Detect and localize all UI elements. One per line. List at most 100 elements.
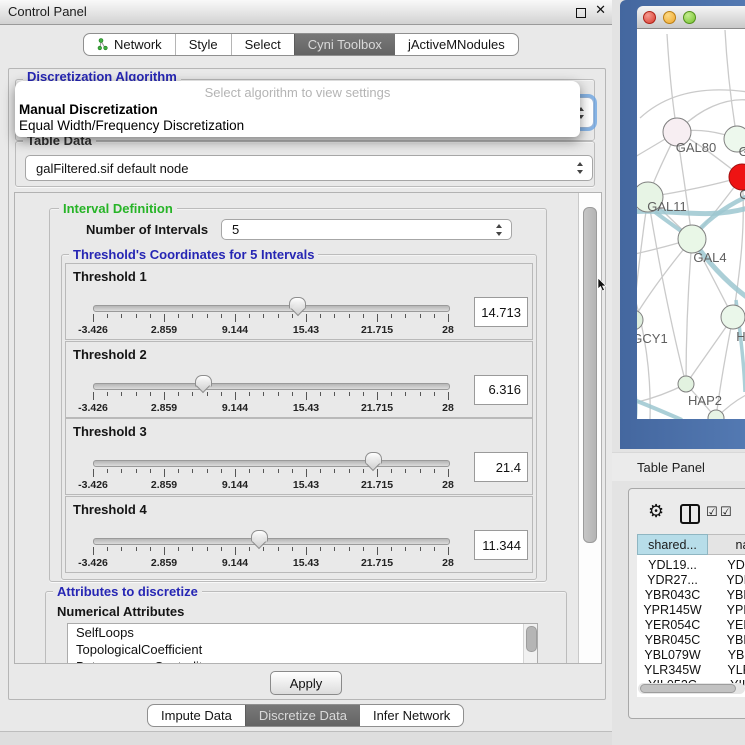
table-row[interactable]: YDL19...YDL1 — [637, 558, 745, 573]
slider-tick-labels: -3.4262.8599.14415.4321.71528 — [93, 479, 448, 490]
table-row[interactable]: YBR045CYBR0 — [637, 633, 745, 648]
slider-tick-labels: -3.4262.8599.14415.4321.71528 — [93, 557, 448, 568]
algorithm-option-manual[interactable]: Manual Discretization — [19, 102, 158, 117]
cell-name: YER0 — [708, 618, 745, 632]
number-of-intervals-combo[interactable]: 5 — [221, 219, 512, 240]
slider-tick-label: 15.43 — [293, 557, 319, 569]
checkbox-icon[interactable]: ☑ — [706, 504, 718, 520]
network-edge[interactable] — [640, 90, 745, 118]
network-node-gal4[interactable] — [678, 225, 706, 253]
network-edge[interactable] — [725, 30, 737, 139]
network-edge[interactable] — [667, 34, 677, 132]
slider-tick — [391, 314, 392, 318]
slider-tick-label: -3.426 — [78, 479, 108, 491]
slider-tick — [263, 547, 264, 551]
network-edge[interactable] — [686, 239, 692, 384]
minimize-traffic-light-icon[interactable] — [663, 11, 676, 24]
apply-button[interactable]: Apply — [270, 671, 342, 695]
attribute-item-selfloops[interactable]: SelfLoops — [68, 624, 537, 641]
scrollbar-thumb[interactable] — [640, 684, 736, 693]
threshold-value-field[interactable]: 21.4 — [474, 452, 528, 482]
network-node-hap2[interactable] — [678, 376, 694, 392]
attribute-item-betweennesscentrality[interactable]: BetweennessCentrality — [68, 658, 537, 664]
slider-tick-label: 28 — [442, 402, 454, 414]
tab-infer-network[interactable]: Infer Network — [360, 705, 463, 726]
slider-tick — [107, 547, 108, 551]
slider-thumb[interactable] — [289, 297, 306, 309]
numerical-attributes-list[interactable]: SelfLoopsTopologicalCoefficientBetweenne… — [67, 623, 538, 664]
attribute-item-topologicalcoefficient[interactable]: TopologicalCoefficient — [68, 641, 537, 658]
slider-tick — [320, 314, 321, 318]
tab-network[interactable]: Network — [84, 34, 175, 55]
threshold-value-field[interactable]: 11.344 — [474, 530, 528, 560]
algorithm-option-equal-width[interactable]: Equal Width/Frequency Discretization — [19, 118, 244, 133]
column-header-name[interactable]: na — [708, 534, 745, 555]
slider-track[interactable] — [93, 538, 450, 545]
number-of-intervals-label: Number of Intervals — [86, 222, 208, 237]
slider-tick — [320, 469, 321, 473]
settings-vertical-scrollbar[interactable] — [578, 193, 601, 663]
table-row[interactable]: YER054CYER0 — [637, 618, 745, 633]
split-view-icon[interactable] — [680, 504, 700, 524]
slider-tick — [405, 469, 406, 473]
slider-tick — [221, 392, 222, 396]
checkbox-icon[interactable]: ☑ — [720, 504, 732, 520]
threshold-value-field[interactable]: 14.713 — [474, 297, 528, 327]
interval-definition-label: Interval Definition — [59, 202, 177, 215]
table-row[interactable]: YBR043CYBR0 — [637, 588, 745, 603]
slider-track[interactable] — [93, 460, 450, 467]
slider-tick — [263, 314, 264, 318]
slider-tick — [420, 392, 421, 396]
tab-label: jActiveMNodules — [408, 37, 505, 52]
tab-jactivemnodules[interactable]: jActiveMNodules — [395, 34, 518, 55]
slider-tick — [334, 547, 335, 551]
slider-tick — [292, 392, 293, 396]
slider-tick — [363, 547, 364, 551]
gear-icon[interactable]: ⚙ — [648, 501, 664, 522]
tab-select[interactable]: Select — [231, 34, 294, 55]
slider-tick — [93, 392, 94, 400]
table-row[interactable]: YLR345WYLR3 — [637, 663, 745, 678]
slider-tick — [150, 392, 151, 396]
slider-tick — [377, 392, 378, 400]
slider-tick — [334, 314, 335, 318]
slider-thumb[interactable] — [195, 375, 212, 387]
slider-tick — [150, 314, 151, 318]
tab-impute-data[interactable]: Impute Data — [148, 705, 245, 726]
scrollbar-thumb[interactable] — [526, 626, 537, 652]
slider-tick-label: 9.144 — [222, 479, 248, 491]
attributes-list-scrollbar[interactable] — [523, 624, 537, 664]
tab-style[interactable]: Style — [175, 34, 231, 55]
zoom-traffic-light-icon[interactable] — [683, 11, 696, 24]
network-node-h[interactable] — [721, 305, 745, 329]
network-edge[interactable] — [637, 197, 648, 320]
slider-tick — [221, 469, 222, 473]
slider-tick — [136, 469, 137, 473]
slider-track[interactable] — [93, 305, 450, 312]
slider-tick — [391, 392, 392, 396]
network-canvas[interactable]: GAL80GACGAL11GAL4GCY1HHAP2 — [637, 29, 745, 419]
float-window-icon[interactable] — [576, 8, 586, 18]
table-row[interactable]: YPR145WYPR1 — [637, 603, 745, 618]
slider-thumb[interactable] — [251, 530, 268, 542]
table-row[interactable]: YBL079WYBL0 — [637, 648, 745, 663]
slider-tick — [349, 392, 350, 396]
table-row[interactable]: YDR27...YDR2 — [637, 573, 745, 588]
network-edge[interactable] — [648, 197, 686, 384]
scrollbar-thumb[interactable] — [583, 207, 597, 543]
tab-cyni-toolbox[interactable]: Cyni Toolbox — [294, 34, 395, 55]
close-icon[interactable]: ✕ — [595, 2, 606, 18]
slider-tick-label: 21.715 — [361, 402, 393, 414]
slider-tick — [150, 547, 151, 551]
tab-discretize-data[interactable]: Discretize Data — [245, 705, 360, 726]
column-header-shared-name[interactable]: shared... — [637, 534, 708, 555]
threshold-value-field[interactable]: 6.316 — [474, 375, 528, 405]
slider-tick — [93, 547, 94, 555]
close-traffic-light-icon[interactable] — [643, 11, 656, 24]
slider-track[interactable] — [93, 383, 450, 390]
table-data-combo[interactable]: galFiltered.sif default node — [25, 155, 593, 181]
slider-thumb[interactable] — [365, 452, 382, 464]
network-node-label: GCY1 — [637, 331, 668, 346]
table-horizontal-scrollbar[interactable] — [638, 683, 745, 694]
node-attribute-table[interactable]: shared... na YDL19...YDL1YDR27...YDR2YBR… — [637, 534, 745, 697]
